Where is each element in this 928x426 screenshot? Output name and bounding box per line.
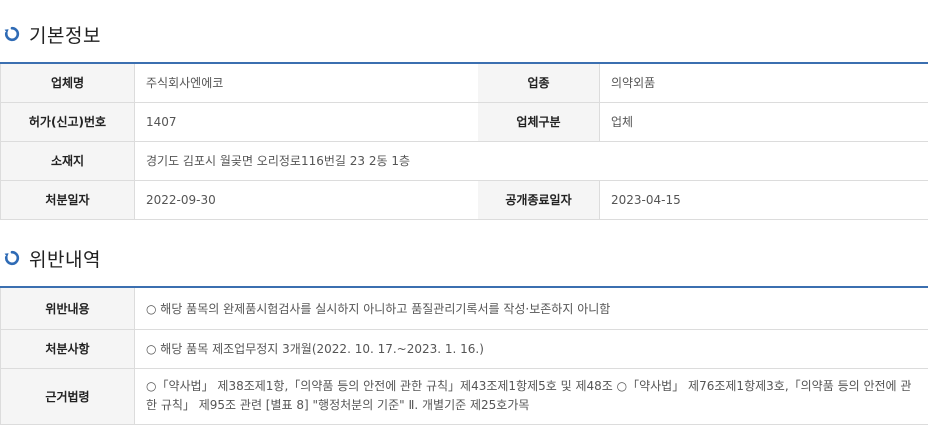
basic-info-heading: 기본정보 xyxy=(4,20,101,48)
table-row: 위반내용 ○ 해당 품목의 완제품시험검사를 실시하지 아니하고 품질관리기록서… xyxy=(0,286,928,330)
legal-basis-value: ○「약사법」 제38조제1항,「의약품 등의 안전에 관한 규칙」제43조제1항… xyxy=(134,368,928,425)
refresh-circle-icon xyxy=(4,26,20,42)
disposition-date-label: 처분일자 xyxy=(0,180,135,220)
company-name-value: 주식회사엔에코 xyxy=(134,62,478,103)
company-name-label: 업체명 xyxy=(0,62,135,103)
legal-basis-label: 근거법령 xyxy=(0,368,135,425)
refresh-circle-icon xyxy=(4,250,20,266)
license-value: 1407 xyxy=(134,102,478,142)
license-label: 허가(신고)번호 xyxy=(0,102,135,142)
address-value: 경기도 김포시 월곶면 오리정로116번길 23 2동 1층 xyxy=(134,141,928,181)
disposition-date-value: 2022-09-30 xyxy=(134,180,478,220)
address-label: 소재지 xyxy=(0,141,135,181)
basic-info-table: 업체명 주식회사엔에코 업종 의약외품 허가(신고)번호 1407 업체구분 업… xyxy=(0,62,928,220)
table-row: 처분일자 2022-09-30 공개종료일자 2023-04-15 xyxy=(0,180,928,220)
table-row: 소재지 경기도 김포시 월곶면 오리정로116번길 23 2동 1층 xyxy=(0,141,928,181)
table-row: 허가(신고)번호 1407 업체구분 업체 xyxy=(0,102,928,142)
violation-heading: 위반내역 xyxy=(4,244,101,272)
violation-title: 위반내역 xyxy=(29,248,101,271)
table-row: 업체명 주식회사엔에코 업종 의약외품 xyxy=(0,62,928,103)
disposition-label: 처분사항 xyxy=(0,329,135,369)
disclosure-end-value: 2023-04-15 xyxy=(599,180,928,220)
disclosure-end-label: 공개종료일자 xyxy=(477,180,600,220)
company-type-label: 업체구분 xyxy=(477,102,600,142)
violation-content-label: 위반내용 xyxy=(0,286,135,330)
company-type-value: 업체 xyxy=(599,102,928,142)
violation-content-value: ○ 해당 품목의 완제품시험검사를 실시하지 아니하고 품질관리기록서를 작성·… xyxy=(134,286,928,330)
table-row: 근거법령 ○「약사법」 제38조제1항,「의약품 등의 안전에 관한 규칙」제4… xyxy=(0,368,928,425)
disposition-value: ○ 해당 품목 제조업무정지 3개월(2022. 10. 17.~2023. 1… xyxy=(134,329,928,369)
basic-info-title: 기본정보 xyxy=(29,24,101,47)
industry-label: 업종 xyxy=(477,62,600,103)
table-row: 처분사항 ○ 해당 품목 제조업무정지 3개월(2022. 10. 17.~20… xyxy=(0,329,928,369)
page: 기본정보 업체명 주식회사엔에코 업종 의약외품 허가(신고)번호 1407 업… xyxy=(0,0,928,426)
industry-value: 의약외품 xyxy=(599,62,928,103)
violation-table: 위반내용 ○ 해당 품목의 완제품시험검사를 실시하지 아니하고 품질관리기록서… xyxy=(0,286,928,425)
